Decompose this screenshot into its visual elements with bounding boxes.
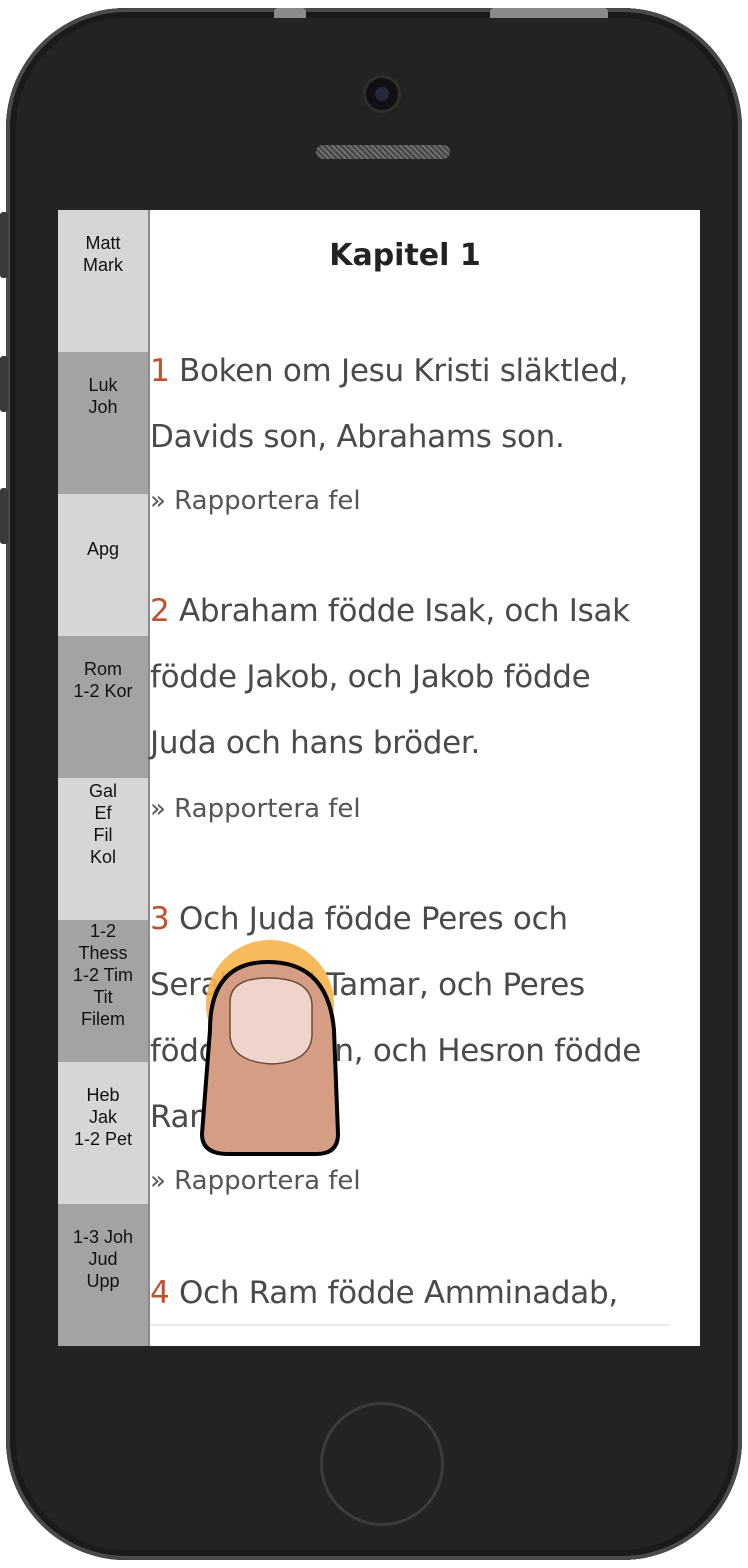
verse-number: 1 [150,353,170,389]
home-button[interactable] [320,1402,444,1526]
speaker-grille [316,145,450,159]
verse-2: 2 Abraham födde Isak, och Isak födde Jak… [150,578,690,776]
verse-3: 3 Och Juda födde Peres och Serah med Tam… [150,886,690,1150]
volume-down-button [0,488,8,544]
sidebar-item-apg[interactable]: Apg [58,494,148,636]
mute-switch [0,212,8,278]
verse-text-line: Serah med Tamar, och Peres [150,967,585,1003]
sidebar-item-matt-mark[interactable]: Matt Mark [58,210,148,352]
volume-up-button [0,356,8,412]
book-sidebar: Matt Mark Luk Joh Apg Rom 1-2 Kor Gal Ef… [58,210,150,1346]
sidebar-item-thess-tim-tit-filem[interactable]: 1-2 Thess 1-2 Tim Tit Filem [58,920,148,1062]
sidebar-item-luk-joh[interactable]: Luk Joh [58,352,148,494]
verse-number: 2 [150,593,170,629]
report-error-link[interactable]: » Rapportera fel [150,486,361,516]
content-divider [150,1324,670,1326]
sidebar-item-heb-jak-pet[interactable]: Heb Jak 1-2 Pet [58,1062,148,1204]
verse-text-line: Juda och hans bröder. [150,725,481,761]
phone-top-notch [274,8,306,18]
sidebar-item-gal-ef-fil-kol[interactable]: Gal Ef Fil Kol [58,778,148,920]
sidebar-item-joh-jud-upp[interactable]: 1-3 Joh Jud Upp [58,1204,148,1346]
verse-text-line: Boken om Jesu Kristi släktled, [179,353,629,389]
verse-text-line: födde Jakob, och Jakob födde [150,659,591,695]
sidebar-item-rom-kor[interactable]: Rom 1-2 Kor [58,636,148,778]
report-error-link[interactable]: » Rapportera fel [150,1166,361,1196]
verse-number: 4 [150,1275,170,1311]
verse-text-line: Och Juda födde Peres och [179,901,568,937]
verse-text-line: Och Ram födde Amminadab, [179,1275,618,1311]
verse-text-line: Davids son, Abrahams son. [150,419,565,455]
verse-text-line: Abraham födde Isak, och Isak [179,593,630,629]
report-error-link[interactable]: » Rapportera fel [150,794,361,824]
verse-4: 4 Och Ram födde Amminadab, [150,1260,690,1326]
chapter-title: Kapitel 1 [329,238,481,273]
app-screen: Matt Mark Luk Joh Apg Rom 1-2 Kor Gal Ef… [58,210,700,1346]
verse-text-line: Ram. [150,1099,229,1135]
verse-number: 3 [150,901,170,937]
power-button [490,8,608,18]
verse-1: 1 Boken om Jesu Kristi släktled, Davids … [150,338,690,470]
verse-text-line: födde Hesron, och Hesron födde [150,1033,641,1069]
chapter-content: Kapitel 1 1 Boken om Jesu Kristi släktle… [150,210,700,1346]
front-camera-icon [366,78,398,110]
